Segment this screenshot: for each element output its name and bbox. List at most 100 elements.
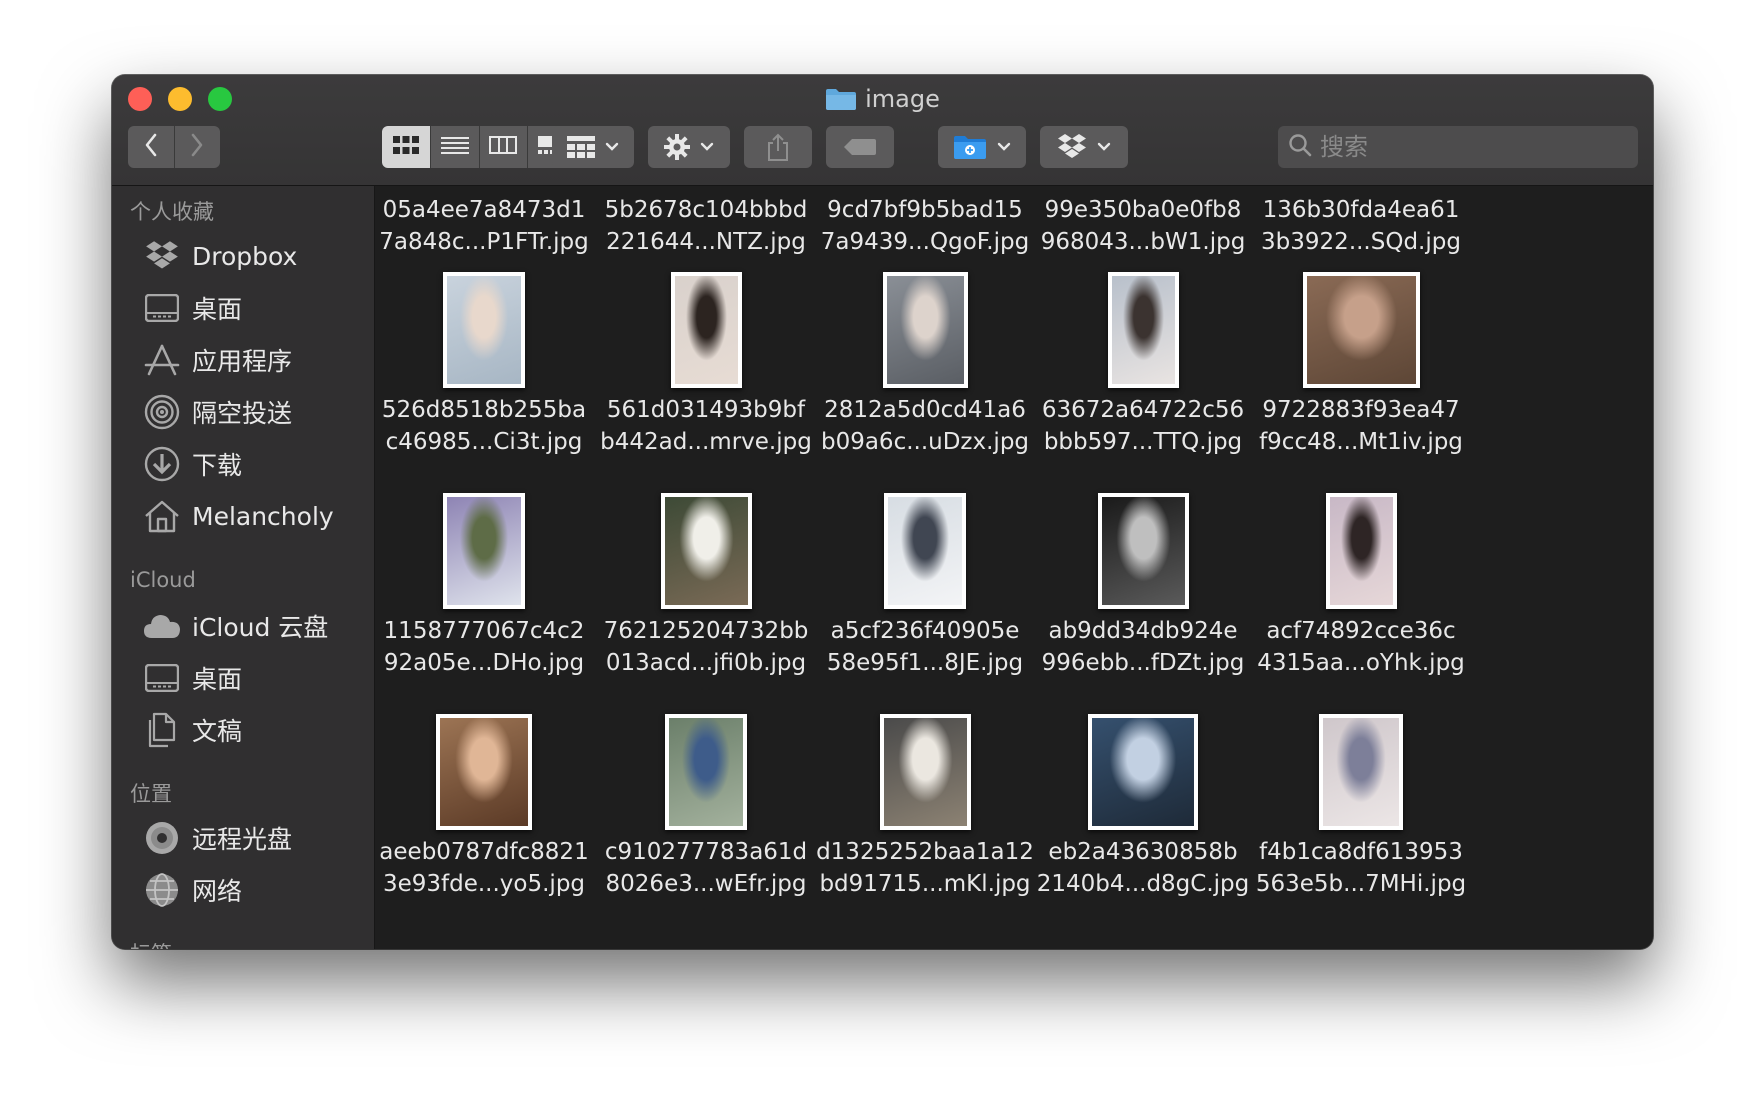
file-name-line2: 3b3922...SQd.jpg bbox=[1261, 229, 1461, 255]
file-item[interactable]: 63672a64722c56 bbb597...TTQ.jpg bbox=[1034, 394, 1252, 458]
file-item[interactable]: acf74892cce36c 4315aa...oYhk.jpg bbox=[1252, 615, 1470, 679]
file-name-line2: 58e95f1...8JE.jpg bbox=[826, 650, 1024, 676]
sidebar-item-icloud-desktop[interactable]: 桌面 bbox=[142, 658, 242, 698]
file-name-line1: 9722883f93ea47 bbox=[1262, 397, 1460, 423]
grid-icon bbox=[392, 136, 419, 158]
group-grid-icon bbox=[567, 136, 595, 158]
sidebar-item-label: 桌面 bbox=[192, 665, 243, 694]
file-grid: 05a4ee7a8473d1 7a848c...P1FTr.jpg 5b2678c1… bbox=[375, 186, 1653, 949]
file-name-line1: 2812a5d0cd41a6 bbox=[824, 397, 1026, 423]
sidebar-item-remote-disc[interactable]: 远程光盘 bbox=[142, 818, 292, 858]
file-item[interactable]: 526d8518b255ba c46985...Ci3t.jpg bbox=[375, 394, 593, 458]
image-thumbnail[interactable] bbox=[670, 272, 742, 388]
back-button[interactable] bbox=[128, 126, 175, 168]
image-thumbnail[interactable] bbox=[443, 493, 525, 609]
image-thumbnail[interactable] bbox=[1088, 714, 1198, 830]
file-name-line1: d1325252baa1a12 bbox=[816, 839, 1034, 865]
file-name-line1: 1158777067c4c2 bbox=[383, 618, 585, 644]
image-thumbnail[interactable] bbox=[436, 714, 532, 830]
chevron-left-icon bbox=[144, 133, 158, 161]
file-item[interactable]: ab9dd34db924e 996ebb...fDZt.jpg bbox=[1034, 615, 1252, 679]
file-item[interactable]: 762125204732bb 013acd...jfi0b.jpg bbox=[597, 615, 815, 679]
file-item[interactable]: 05a4ee7a8473d1 7a848c...P1FTr.jpg bbox=[375, 194, 593, 258]
image-thumbnail[interactable] bbox=[1319, 714, 1403, 830]
file-name-line2: 996ebb...fDZt.jpg bbox=[1041, 650, 1245, 676]
icloud-icon bbox=[142, 606, 182, 646]
list-view-button[interactable] bbox=[430, 126, 480, 168]
file-item[interactable]: 9cd7bf9b5bad15 7a9439...QgoF.jpg bbox=[816, 194, 1034, 258]
image-thumbnail[interactable] bbox=[1325, 493, 1397, 609]
file-name-line2: 8026e3...wEfr.jpg bbox=[605, 871, 807, 897]
file-item[interactable]: a5cf236f40905e 58e95f1...8JE.jpg bbox=[816, 615, 1034, 679]
sidebar-heading-tags: 标签 bbox=[130, 938, 172, 949]
image-thumbnail[interactable] bbox=[884, 493, 966, 609]
chevron-down-icon bbox=[700, 142, 714, 152]
folder-icon bbox=[825, 87, 857, 111]
sidebar-item-downloads[interactable]: 下载 bbox=[142, 444, 242, 484]
search-input[interactable] bbox=[1318, 132, 1622, 162]
file-item[interactable]: 136b30fda4ea61 3b3922...SQd.jpg bbox=[1252, 194, 1470, 258]
group-button[interactable] bbox=[552, 126, 634, 168]
icon-view-button[interactable] bbox=[382, 126, 431, 168]
sidebar-heading-locations: 位置 bbox=[130, 782, 172, 806]
file-item[interactable]: d1325252baa1a12 bd91715...mKl.jpg bbox=[816, 836, 1034, 900]
file-name-line2: f9cc48...Mt1iv.jpg bbox=[1259, 429, 1463, 455]
file-item[interactable]: 1158777067c4c2 92a05e...DHo.jpg bbox=[375, 615, 593, 679]
file-name-line1: 762125204732bb bbox=[603, 618, 809, 644]
file-item[interactable]: 561d031493b9bf b442ad...mrve.jpg bbox=[597, 394, 815, 458]
tag-icon bbox=[844, 139, 876, 155]
sidebar-item-applications[interactable]: 应用程序 bbox=[142, 340, 292, 380]
file-name-line1: 05a4ee7a8473d1 bbox=[382, 197, 586, 223]
list-icon bbox=[440, 136, 469, 158]
file-name-line1: acf74892cce36c bbox=[1266, 618, 1456, 644]
column-view-button[interactable] bbox=[479, 126, 529, 168]
image-thumbnail[interactable] bbox=[660, 493, 752, 609]
window-title-text: image bbox=[865, 85, 940, 113]
new-folder-button[interactable] bbox=[938, 126, 1026, 168]
forward-button[interactable] bbox=[174, 126, 220, 168]
file-name-line1: 9cd7bf9b5bad15 bbox=[827, 197, 1023, 223]
file-item[interactable]: 2812a5d0cd41a6 b09a6c...uDzx.jpg bbox=[816, 394, 1034, 458]
file-item[interactable]: 9722883f93ea47 f9cc48...Mt1iv.jpg bbox=[1252, 394, 1470, 458]
file-item[interactable]: f4b1ca8df613953 563e5b...7MHi.jpg bbox=[1252, 836, 1470, 900]
image-thumbnail[interactable] bbox=[882, 272, 968, 388]
documents-icon bbox=[142, 710, 182, 750]
image-thumbnail[interactable] bbox=[879, 714, 971, 830]
file-name-line1: 561d031493b9bf bbox=[606, 397, 806, 423]
image-thumbnail[interactable] bbox=[1107, 272, 1179, 388]
columns-icon bbox=[489, 136, 518, 158]
file-name-line2: 221644...NTZ.jpg bbox=[606, 229, 806, 255]
file-name-line2: bd91715...mKl.jpg bbox=[819, 871, 1031, 897]
share-button[interactable] bbox=[744, 126, 812, 168]
file-name-line1: f4b1ca8df613953 bbox=[1259, 839, 1463, 865]
home-icon bbox=[142, 496, 182, 536]
sidebar-item-label: 网络 bbox=[192, 877, 243, 906]
image-thumbnail[interactable] bbox=[443, 272, 525, 388]
sidebar-item-home[interactable]: Melancholy bbox=[142, 496, 334, 536]
file-item[interactable]: c910277783a61d 8026e3...wEfr.jpg bbox=[597, 836, 815, 900]
desktop-icon bbox=[142, 288, 182, 328]
dropbox-icon bbox=[142, 236, 182, 276]
file-name-line2: 2140b4...d8gC.jpg bbox=[1036, 871, 1250, 897]
dropbox-button[interactable] bbox=[1040, 126, 1128, 168]
image-thumbnail[interactable] bbox=[665, 714, 747, 830]
sidebar-item-label: 下载 bbox=[192, 451, 243, 480]
chevron-right-icon bbox=[190, 133, 204, 161]
sidebar-item-desktop[interactable]: 桌面 bbox=[142, 288, 242, 328]
tag-button[interactable] bbox=[826, 126, 894, 168]
network-icon bbox=[142, 870, 182, 910]
file-item[interactable]: aeeb0787dfc8821 3e93fde...yo5.jpg bbox=[375, 836, 593, 900]
file-item[interactable]: 5b2678c104bbbd 221644...NTZ.jpg bbox=[597, 194, 815, 258]
search-field[interactable] bbox=[1278, 126, 1638, 168]
sidebar-item-network[interactable]: 网络 bbox=[142, 870, 242, 910]
action-button[interactable] bbox=[648, 126, 730, 168]
file-item[interactable]: eb2a43630858b 2140b4...d8gC.jpg bbox=[1034, 836, 1252, 900]
file-item[interactable]: 99e350ba0e0fb8 968043...bW1.jpg bbox=[1034, 194, 1252, 258]
sidebar-item-airdrop[interactable]: 隔空投送 bbox=[142, 392, 292, 432]
sidebar-item-icloud-drive[interactable]: iCloud 云盘 bbox=[142, 606, 328, 646]
image-thumbnail[interactable] bbox=[1097, 493, 1189, 609]
image-thumbnail[interactable] bbox=[1302, 272, 1420, 388]
desktop-icon bbox=[142, 658, 182, 698]
sidebar-item-dropbox[interactable]: Dropbox bbox=[142, 236, 297, 276]
sidebar-item-documents[interactable]: 文稿 bbox=[142, 710, 242, 750]
